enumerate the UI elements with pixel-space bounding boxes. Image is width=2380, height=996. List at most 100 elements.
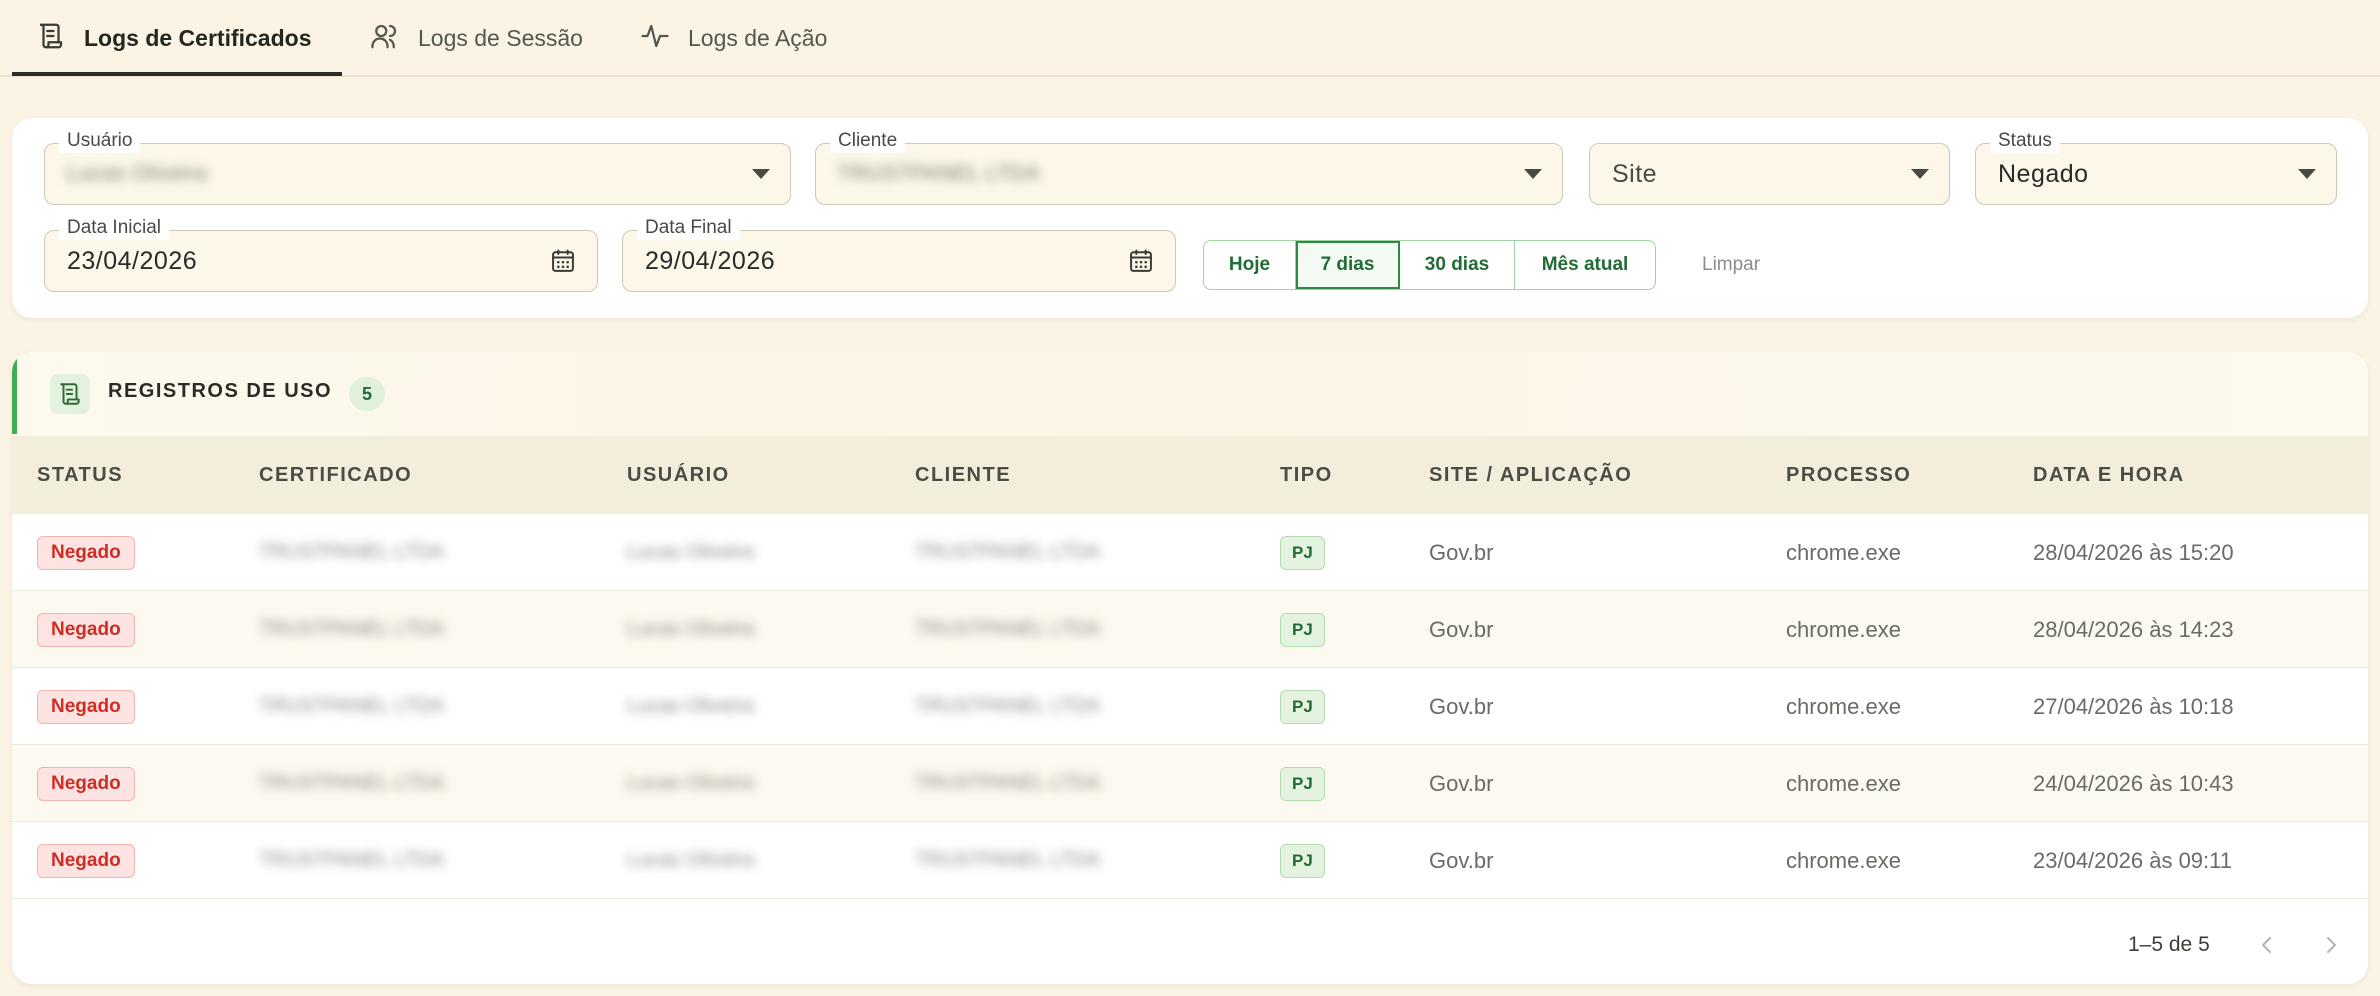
tab-logs-acao[interactable]: Logs de Ação (640, 0, 827, 77)
table-header: STATUS CERTIFICADO USUÁRIO CLIENTE TIPO … (12, 436, 2368, 514)
table-row[interactable]: Negado TRUSTPANEL LTDA Lucas Oliveira TRUST… (12, 822, 2368, 899)
chevron-down-icon (1911, 169, 1929, 179)
cell-tipo: PJ (1280, 745, 1325, 822)
cell-text: chrome.exe (1786, 693, 1901, 719)
tab-label: Logs de Certificados (84, 25, 312, 51)
clear-filters-button[interactable]: Limpar (1702, 240, 1760, 290)
cell-cliente: TRUSTPANEL LTDA (915, 822, 1100, 899)
cell-text: 28/04/2026 às 14:23 (2033, 616, 2234, 642)
usage-records-card: REGISTROS DE USO 5 STATUS CERTIFICADO US… (12, 352, 2368, 984)
cell-text: 23/04/2026 às 09:11 (2033, 847, 2232, 873)
tab-logs-sessao[interactable]: Logs de Sessão (370, 0, 583, 77)
column-header-status[interactable]: STATUS (37, 436, 123, 514)
card-accent-bar (12, 352, 17, 434)
cliente-value: TRUSTPANEL LTDA (838, 162, 1040, 185)
data-inicial-value: 23/04/2026 (67, 246, 198, 275)
cell-text: TRUSTPANEL LTDA (915, 772, 1101, 794)
cell-text: TRUSTPANEL LTDA (259, 849, 445, 871)
column-header-certificado[interactable]: CERTIFICADO (259, 436, 412, 514)
cell-text: chrome.exe (1786, 770, 1901, 796)
cell-text: 28/04/2026 às 15:20 (2033, 539, 2234, 565)
cell-text: Gov.br (1429, 616, 1494, 642)
cell-text: Lucas Oliveira (627, 772, 754, 794)
card-title: REGISTROS DE USO (108, 380, 333, 402)
cell-text: Lucas Oliveira (627, 618, 754, 640)
column-header-processo[interactable]: PROCESSO (1786, 436, 1911, 514)
status-badge: Negado (37, 689, 135, 724)
cell-usuario: Lucas Oliveira (627, 591, 754, 668)
table-row[interactable]: Negado TRUSTPANEL LTDA Lucas Oliveira TRUST… (12, 745, 2368, 822)
quick-range-hoje[interactable]: Hoje (1204, 241, 1296, 289)
cell-cliente: TRUSTPANEL LTDA (915, 591, 1100, 668)
cell-processo: chrome.exe (1786, 668, 1901, 745)
quick-range-30-dias[interactable]: 30 dias (1400, 241, 1515, 289)
tab-logs-certificados[interactable]: Logs de Certificados (36, 0, 311, 77)
quick-range-group: Hoje 7 dias 30 dias Mês atual (1203, 240, 1656, 290)
cell-processo: chrome.exe (1786, 514, 1901, 591)
cell-text: TRUSTPANEL LTDA (915, 541, 1101, 563)
data-final-input[interactable]: Data Final 29/04/2026 (622, 216, 1176, 292)
status-select[interactable]: Status Negado (1975, 129, 2337, 205)
status-badge: Negado (37, 843, 135, 878)
previous-page-button[interactable] (2250, 928, 2284, 962)
quick-range-mes-atual[interactable]: Mês atual (1515, 241, 1655, 289)
cell-tipo: PJ (1280, 668, 1325, 745)
cell-data-hora: 28/04/2026 às 15:20 (2033, 514, 2234, 591)
cell-data-hora: 28/04/2026 às 14:23 (2033, 591, 2234, 668)
column-header-usuario[interactable]: USUÁRIO (627, 436, 730, 514)
status-badge: Negado (37, 535, 135, 570)
status-value: Negado (1998, 159, 2089, 188)
field-label: Usuário (59, 129, 141, 153)
site-select[interactable]: Site (1589, 143, 1950, 205)
cell-text: TRUSTPANEL LTDA (915, 618, 1101, 640)
cell-text: TRUSTPANEL LTDA (259, 772, 445, 794)
cell-status: Negado (37, 668, 135, 745)
cell-cliente: TRUSTPANEL LTDA (915, 745, 1100, 822)
cell-processo: chrome.exe (1786, 745, 1901, 822)
data-final-value: 29/04/2026 (645, 246, 776, 275)
cell-text: Gov.br (1429, 847, 1494, 873)
site-placeholder: Site (1612, 159, 1658, 188)
cell-text: Gov.br (1429, 693, 1494, 719)
cell-cliente: TRUSTPANEL LTDA (915, 514, 1100, 591)
cell-site: Gov.br (1429, 591, 1493, 668)
usuario-select[interactable]: Usuário Lucas Oliveira (44, 129, 791, 205)
tab-label: Logs de Sessão (418, 25, 583, 51)
cell-text: chrome.exe (1786, 616, 1901, 642)
cell-text: TRUSTPANEL LTDA (259, 618, 445, 640)
cell-text: 27/04/2026 às 10:18 (2033, 693, 2234, 719)
calendar-icon[interactable] (1127, 247, 1155, 275)
activity-icon (640, 21, 670, 57)
chevron-left-icon (2262, 937, 2271, 953)
cell-text: TRUSTPANEL LTDA (915, 695, 1101, 717)
cliente-select[interactable]: Cliente TRUSTPANEL LTDA (815, 129, 1563, 205)
column-header-cliente[interactable]: CLIENTE (915, 436, 1011, 514)
card-header: REGISTROS DE USO 5 (12, 352, 2368, 436)
log-tabs: Logs de Certificados Logs de Sessão Logs… (0, 0, 2380, 77)
calendar-icon[interactable] (549, 247, 577, 275)
page-range-info: 1–5 de 5 (2128, 933, 2210, 956)
column-header-site[interactable]: SITE / APLICAÇÃO (1429, 436, 1632, 514)
chevron-right-icon (2327, 937, 2336, 953)
cell-site: Gov.br (1429, 668, 1493, 745)
chevron-down-icon (1524, 169, 1542, 179)
cell-tipo: PJ (1280, 514, 1325, 591)
cell-text: TRUSTPANEL LTDA (259, 695, 445, 717)
data-inicial-input[interactable]: Data Inicial 23/04/2026 (44, 216, 598, 292)
column-header-tipo[interactable]: TIPO (1280, 436, 1333, 514)
chevron-down-icon (752, 169, 770, 179)
cell-cliente: TRUSTPANEL LTDA (915, 668, 1100, 745)
table-row[interactable]: Negado TRUSTPANEL LTDA Lucas Oliveira TRUST… (12, 591, 2368, 668)
column-header-data-hora[interactable]: DATA E HORA (2033, 436, 2185, 514)
cell-certificado: TRUSTPANEL LTDA (259, 745, 444, 822)
cell-text: chrome.exe (1786, 847, 1901, 873)
field-label: Cliente (830, 129, 906, 153)
table-row[interactable]: Negado TRUSTPANEL LTDA Lucas Oliveira TRUST… (12, 668, 2368, 745)
cell-status: Negado (37, 745, 135, 822)
table-row[interactable]: Negado TRUSTPANEL LTDA Lucas Oliveira TRUST… (12, 514, 2368, 591)
cell-site: Gov.br (1429, 745, 1493, 822)
next-page-button[interactable] (2314, 928, 2348, 962)
cell-usuario: Lucas Oliveira (627, 745, 754, 822)
cell-site: Gov.br (1429, 822, 1493, 899)
quick-range-7-dias[interactable]: 7 dias (1296, 241, 1400, 289)
